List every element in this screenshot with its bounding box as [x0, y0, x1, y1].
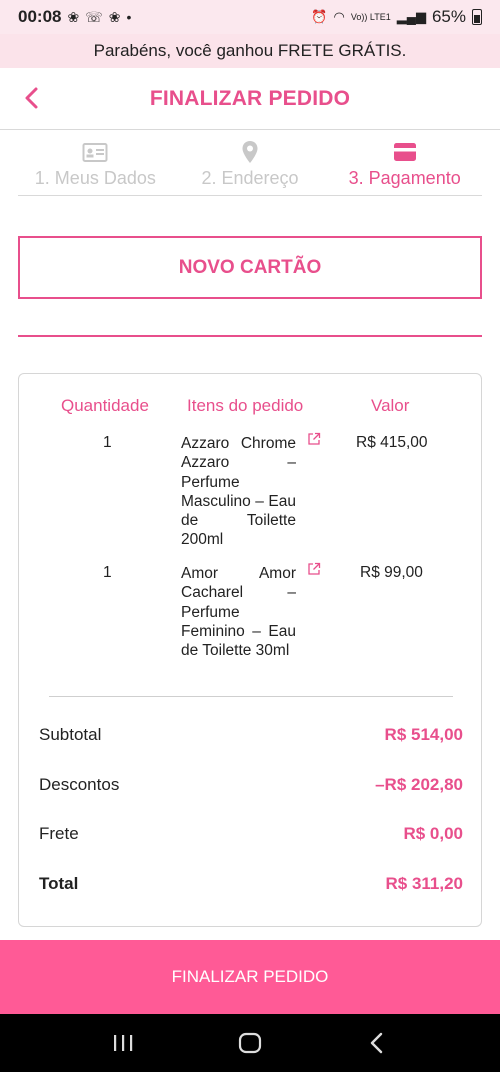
total-value: R$ 311,20	[385, 874, 463, 893]
whatsapp-icon: ☏	[85, 8, 103, 25]
back-icon[interactable]	[362, 1028, 392, 1058]
step-payment[interactable]: 3. Pagamento	[327, 138, 482, 195]
total-row: Total R$ 311,20	[39, 874, 463, 894]
notification-icon: ❀	[67, 8, 80, 25]
location-pin-icon	[241, 138, 259, 166]
new-card-button[interactable]: NOVO CARTÃO	[18, 236, 482, 299]
shipping-label: Frete	[39, 824, 79, 843]
total-label: Total	[39, 874, 79, 893]
step-address[interactable]: 2. Endereço	[173, 138, 328, 195]
battery-percentage: 65%	[431, 7, 466, 26]
column-quantity: Quantidade	[61, 396, 149, 415]
subtotal-label: Subtotal	[39, 725, 102, 744]
battery-icon	[472, 9, 482, 25]
order-table-header: Quantidade Itens do pedido Valor	[19, 396, 481, 420]
promo-banner: Parabéns, você ganhou FRETE GRÁTIS.	[0, 34, 500, 68]
signal-icon: ▂▄▆	[396, 9, 426, 24]
external-link-icon[interactable]	[307, 562, 321, 576]
order-summary: Quantidade Itens do pedido Valor 1 Azzar…	[18, 373, 482, 927]
credit-card-icon	[393, 138, 417, 166]
new-card-button-label: NOVO CARTÃO	[178, 256, 322, 278]
notification-icon: ❀	[108, 8, 121, 25]
recent-apps-icon[interactable]	[108, 1028, 138, 1058]
page-header: FINALIZAR PEDIDO	[0, 68, 500, 130]
finalize-order-button[interactable]: FINALIZAR PEDIDO	[0, 940, 500, 1014]
column-value: Valor	[371, 396, 410, 415]
section-divider	[18, 335, 482, 337]
id-card-icon	[82, 138, 108, 166]
item-name: Amor Amor Cacharel – Perfume Feminino – …	[181, 565, 296, 660]
subtotal-value: R$ 514,00	[384, 725, 463, 744]
column-items: Itens do pedido	[187, 396, 304, 415]
shipping-row: Frete R$ 0,00	[39, 824, 463, 844]
more-notifications-dot-icon: •	[126, 9, 132, 25]
subtotal-row: Subtotal R$ 514,00	[39, 725, 463, 745]
wifi-icon: ◠	[333, 9, 345, 24]
step-label: 3. Pagamento	[348, 168, 461, 188]
home-icon[interactable]	[235, 1028, 265, 1058]
item-quantity: 1	[103, 434, 112, 451]
status-left: 00:08 ❀ ☏ ❀ •	[18, 7, 131, 27]
step-personal-data[interactable]: 1. Meus Dados	[18, 138, 173, 195]
external-link-icon[interactable]	[307, 432, 321, 446]
status-bar: 00:08 ❀ ☏ ❀ • ⏰ ◠ Vo)) LTE1 ▂▄▆ 65%	[0, 0, 500, 34]
item-price: R$ 415,00	[356, 434, 428, 451]
promo-text: Parabéns, você ganhou FRETE GRÁTIS.	[93, 41, 407, 60]
status-right: ⏰ ◠ Vo)) LTE1 ▂▄▆ 65%	[311, 7, 482, 27]
checkout-steps: 1. Meus Dados 2. Endereço 3. Pagamento	[18, 138, 482, 196]
back-arrow-icon[interactable]	[20, 86, 44, 110]
item-quantity: 1	[103, 564, 112, 581]
discounts-row: Descontos –R$ 202,80	[39, 775, 463, 795]
system-navigation-bar	[0, 1014, 500, 1072]
status-time: 00:08	[18, 7, 62, 26]
summary-divider	[49, 696, 453, 697]
step-label: 1. Meus Dados	[34, 168, 156, 188]
item-name: Azzaro Chrome Azzaro – Perfume Masculino…	[181, 435, 296, 549]
discounts-value: –R$ 202,80	[375, 775, 463, 794]
finalize-order-label: FINALIZAR PEDIDO	[171, 967, 329, 986]
discounts-label: Descontos	[39, 775, 120, 794]
alarm-icon: ⏰	[311, 9, 328, 24]
item-price: R$ 99,00	[360, 564, 423, 581]
page-title: FINALIZAR PEDIDO	[149, 86, 351, 110]
shipping-value: R$ 0,00	[403, 824, 463, 843]
network-indicator: Vo)) LTE1	[350, 11, 391, 22]
step-label: 2. Endereço	[201, 168, 299, 188]
